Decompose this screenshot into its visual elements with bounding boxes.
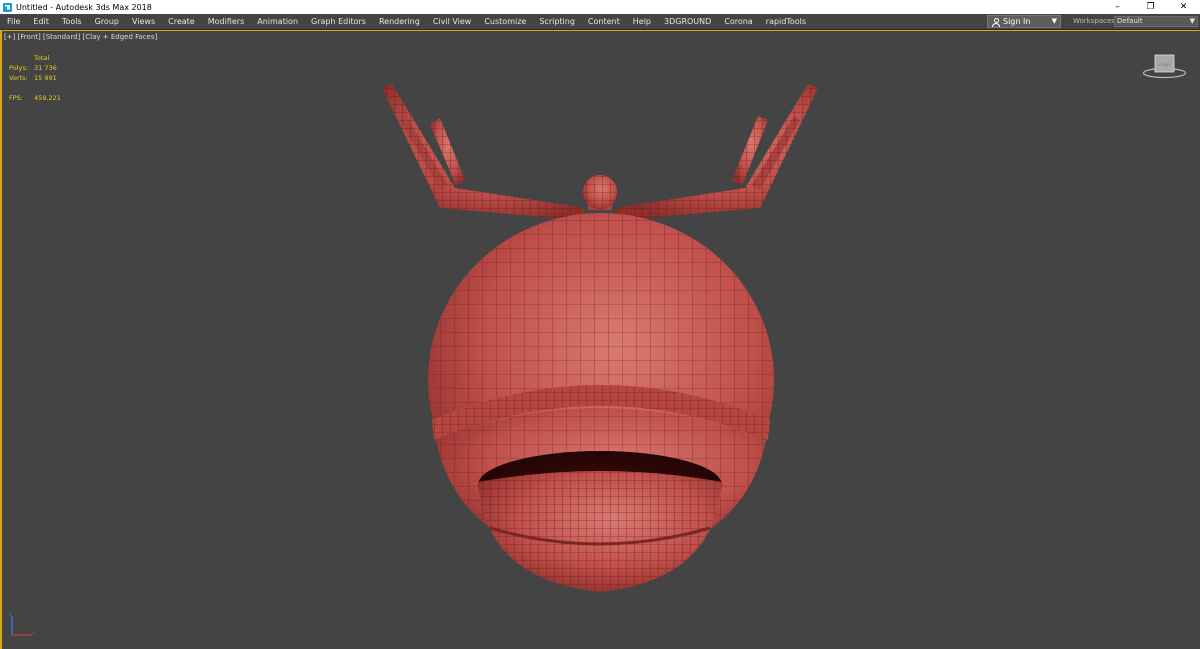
menu-content[interactable]: Content (581, 17, 626, 26)
menu-help[interactable]: Help (626, 17, 657, 26)
menu-rapidtools[interactable]: rapidTools (759, 17, 812, 26)
minimize-button[interactable]: – (1101, 0, 1134, 14)
viewport-general-menu[interactable]: [+] (4, 33, 15, 41)
app-logo-icon[interactable] (3, 2, 12, 12)
menu-edit[interactable]: Edit (26, 17, 55, 26)
viewport-shading-standard-menu[interactable]: [Standard] (43, 33, 80, 41)
fps-label: FPS: (9, 94, 23, 102)
workspaces-select[interactable]: Default ▼ (1114, 16, 1198, 27)
viewport-display-mode-menu[interactable]: [Clay + Edged Faces] (83, 33, 158, 41)
menu-scripting[interactable]: Scripting (532, 17, 581, 26)
menu-corona[interactable]: Corona (717, 17, 758, 26)
chevron-down-icon: ▼ (1189, 17, 1195, 25)
polys-label: Polys: (9, 64, 28, 72)
polys-value: 31 736 (34, 64, 57, 72)
stats-header: Total (34, 54, 50, 62)
menu-3dground[interactable]: 3DGROUND (657, 17, 717, 26)
x-axis-letter: x (32, 630, 35, 635)
scene-statistics: Total Polys: 31 736 Verts: 15 991 FPS: 459,… (9, 53, 61, 103)
menu-file[interactable]: File (0, 17, 26, 26)
menu-animation[interactable]: Animation (250, 17, 304, 26)
chevron-down-icon: ▼ (1051, 17, 1057, 25)
menu-tools[interactable]: Tools (55, 17, 88, 26)
menu-create[interactable]: Create (161, 17, 201, 26)
title-bar: Untitled - Autodesk 3ds Max 2018 – ❐ ✕ (0, 0, 1200, 14)
right-antler[interactable] (615, 84, 818, 220)
viewcube-face-label: FRONT (1159, 63, 1172, 67)
viewport-point-of-view-menu[interactable]: [Front] (18, 33, 41, 41)
z-axis-letter: z (9, 613, 11, 617)
bell-bottom-lip[interactable] (478, 471, 722, 592)
axis-tripod-icon: z x (9, 613, 35, 636)
window-controls: – ❐ ✕ (1101, 0, 1200, 14)
user-icon (992, 17, 1000, 27)
menu-rendering[interactable]: Rendering (372, 17, 426, 26)
menu-civil-view[interactable]: Civil View (426, 17, 478, 26)
viewcube[interactable]: FRONT (1142, 53, 1187, 79)
menu-views[interactable]: Views (125, 17, 161, 26)
verts-label: Verts: (9, 74, 28, 82)
reindeer-ornament-model[interactable] (370, 80, 830, 600)
workspaces-label: Workspaces: (1073, 17, 1118, 25)
top-knob[interactable] (583, 175, 617, 210)
menu-modifiers[interactable]: Modifiers (201, 17, 251, 26)
workspaces-value: Default (1117, 17, 1143, 25)
window-title: Untitled - Autodesk 3ds Max 2018 (16, 2, 152, 12)
restore-button[interactable]: ❐ (1134, 0, 1167, 14)
sign-in-dropdown[interactable]: Sign In ▼ (987, 15, 1061, 28)
fps-value: 459,221 (34, 94, 61, 102)
menu-group[interactable]: Group (88, 17, 125, 26)
menu-graph-editors[interactable]: Graph Editors (304, 17, 372, 26)
close-button[interactable]: ✕ (1167, 0, 1200, 14)
left-antler[interactable] (382, 84, 585, 220)
verts-value: 15 991 (34, 74, 57, 82)
sign-in-label: Sign In (1003, 17, 1031, 26)
menu-customize[interactable]: Customize (477, 17, 532, 26)
viewport-label-menu: [+] [Front] [Standard] [Clay + Edged Fac… (4, 33, 157, 41)
